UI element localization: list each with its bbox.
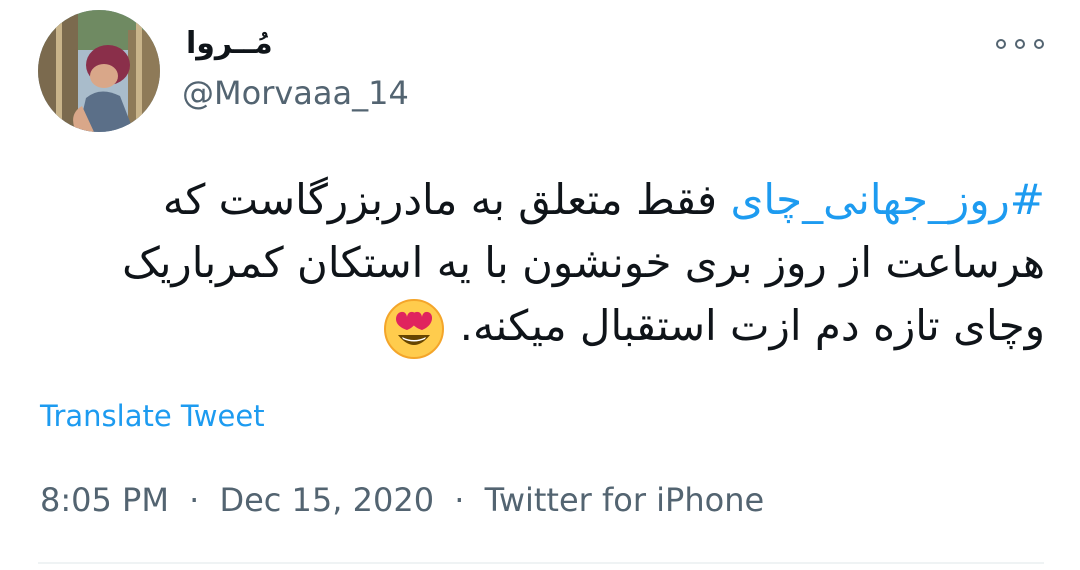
avatar-photo [38, 10, 160, 132]
more-options-icon[interactable] [996, 32, 1044, 56]
display-name[interactable]: مُــروا [186, 24, 273, 64]
avatar[interactable] [38, 10, 160, 132]
meta-separator: · [454, 481, 465, 519]
tweet-source[interactable]: Twitter for iPhone [485, 481, 765, 519]
heart-eyes-emoji-icon [382, 297, 446, 361]
more-dot-icon [1015, 39, 1025, 49]
more-dot-icon [996, 39, 1006, 49]
more-dot-icon [1034, 39, 1044, 49]
translate-tweet-link[interactable]: Translate Tweet [40, 396, 265, 436]
tweet-date[interactable]: Dec 15, 2020 [219, 481, 434, 519]
user-handle[interactable]: @Morvaaa_14 [182, 72, 409, 114]
tweet-time[interactable]: 8:05 PM [40, 481, 169, 519]
tweet-meta: 8:05 PM · Dec 15, 2020 · Twitter for iPh… [40, 478, 764, 522]
divider [38, 562, 1044, 564]
hashtag-link[interactable]: #روز_جهانی_چای [731, 175, 1046, 224]
tweet-text: #روز_جهانی_چای فقط متعلق به مادربزرگاست … [40, 168, 1045, 361]
meta-separator: · [189, 481, 200, 519]
